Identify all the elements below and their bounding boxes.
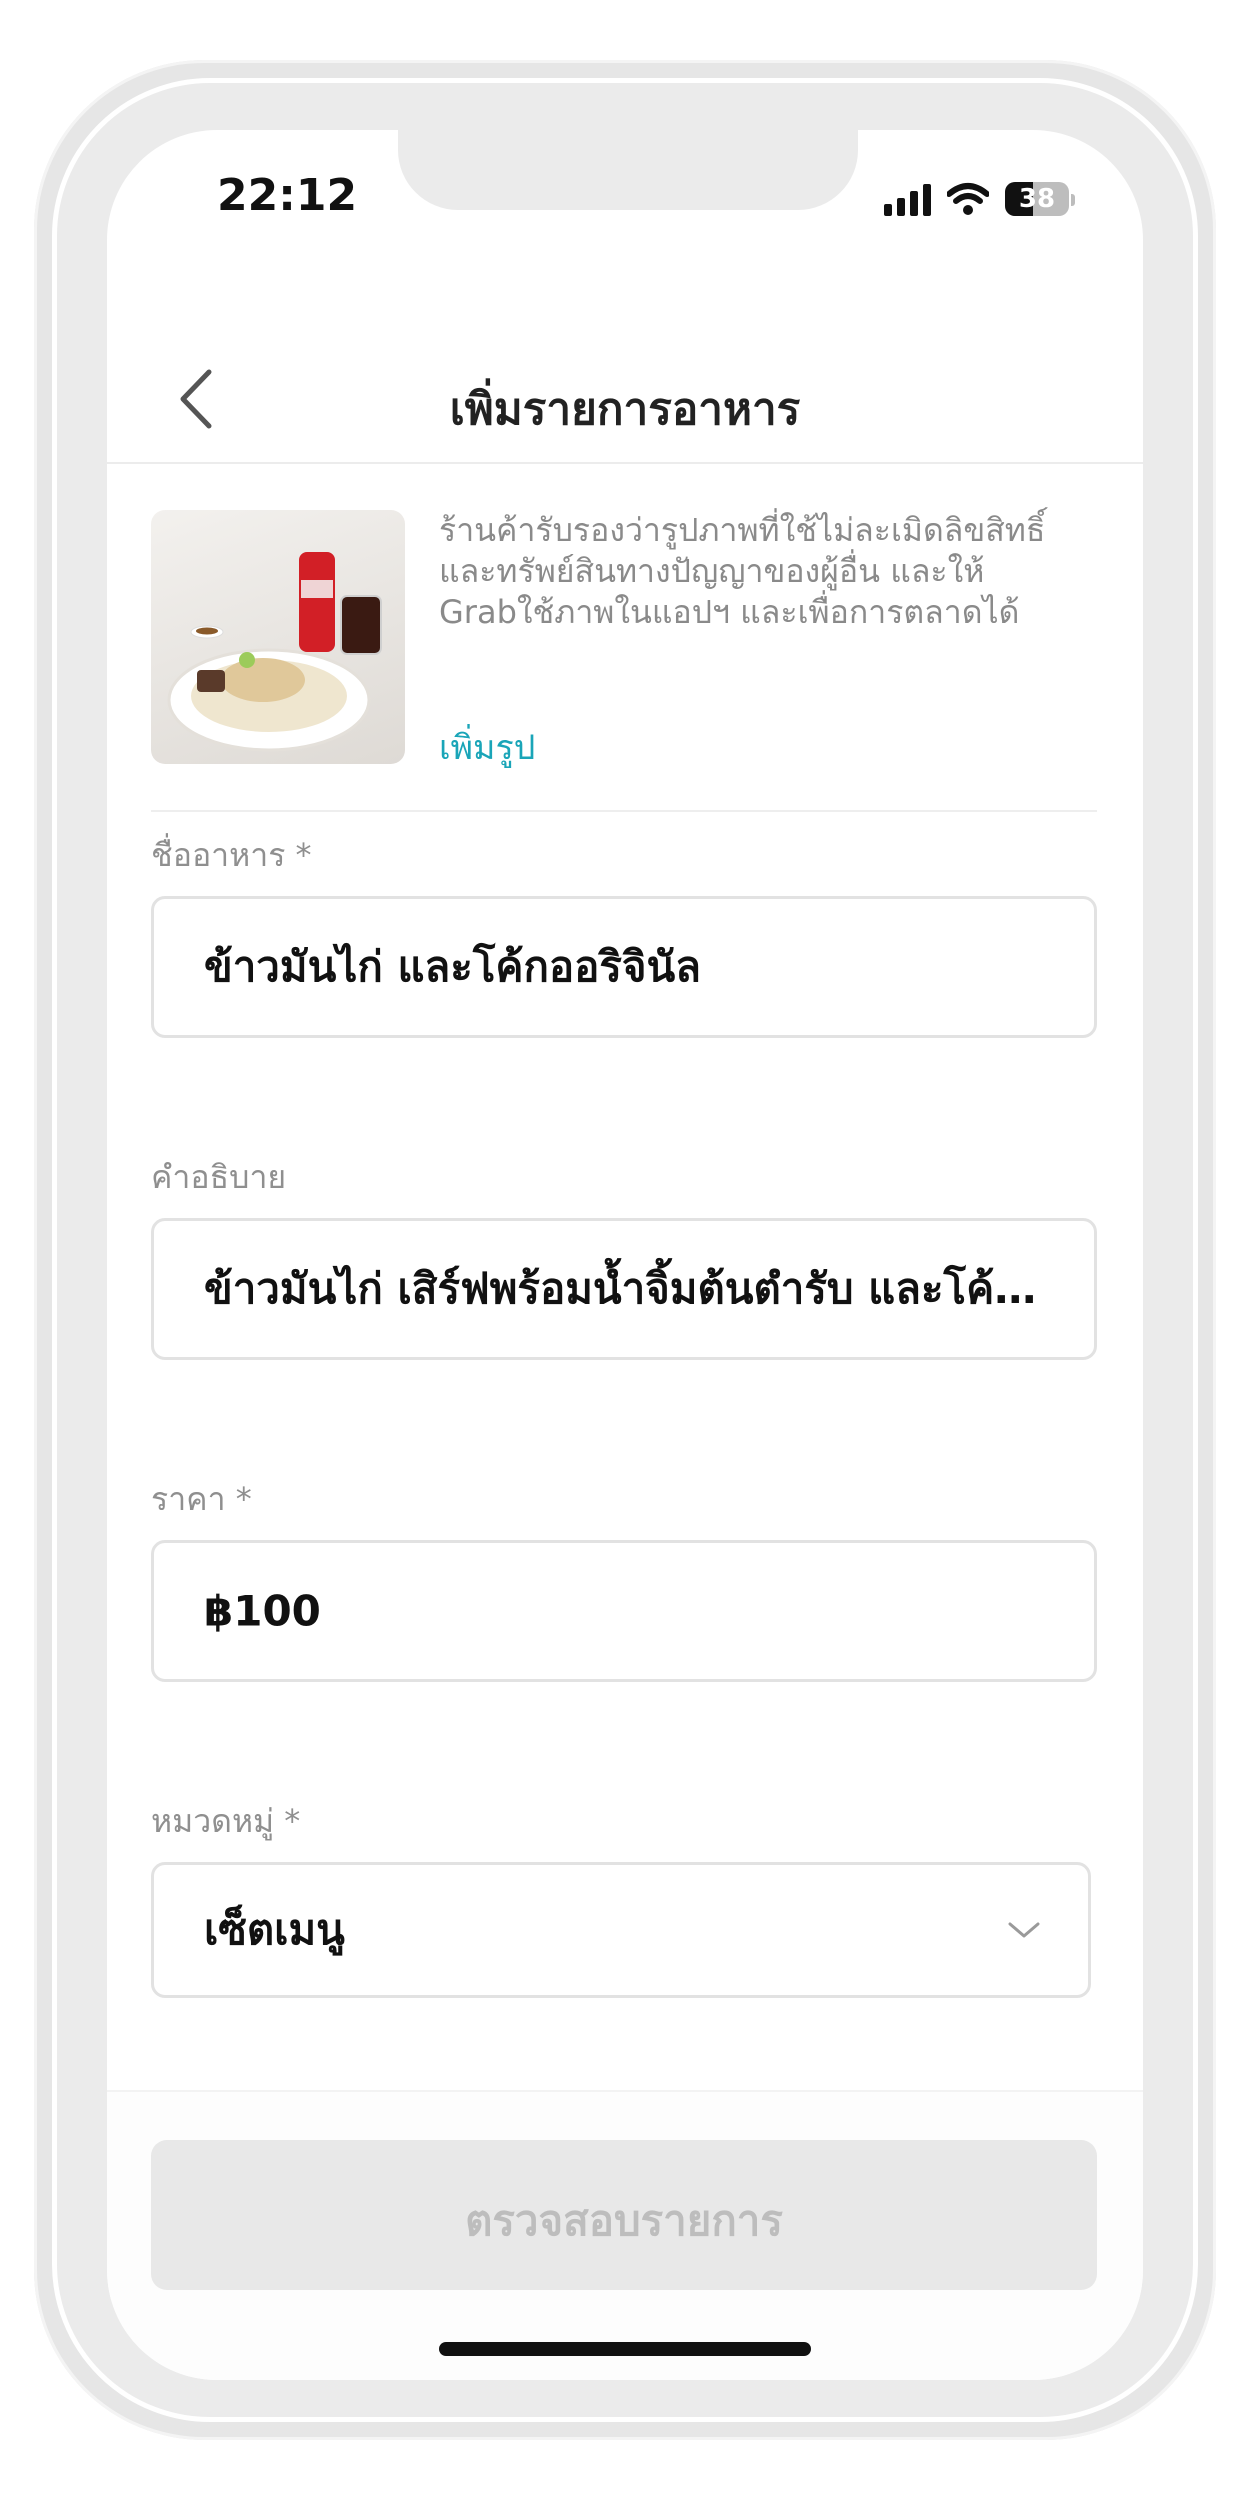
review-item-label: ตรวจสอบรายการ — [465, 2196, 783, 2245]
page-title: เพิ่มรายการอาหาร — [449, 384, 801, 435]
price-field[interactable]: ฿100 — [151, 1540, 1097, 1682]
food-name-label: ชื่ออาหาร * — [151, 836, 312, 874]
description-field[interactable]: ข้าวมันไก่ เสิร์ฟพร้อมน้ำจิ้มต้นตำรับ แล… — [151, 1218, 1097, 1360]
description-label: คำอธิบาย — [151, 1158, 287, 1196]
disclaimer-line: ร้านค้ารับรองว่ารูปภาพที่ใช้ไม่ละเมิดลิข… — [439, 511, 1046, 549]
disclaimer-line: Grabใช้ภาพในแอปฯ และเพื่อการตลาดได้ — [439, 593, 1020, 631]
price-label: ราคา * — [151, 1480, 252, 1518]
category-select[interactable]: เซ็ตเมนู — [151, 1862, 1091, 1998]
battery-icon: 38 — [1005, 182, 1069, 216]
food-name-value: ข้าวมันไก่ และโค้กออริจินัล — [204, 942, 701, 991]
photo-disclaimer: ร้านค้ารับรองว่ารูปภาพที่ใช้ไม่ละเมิดลิข… — [439, 510, 1089, 633]
add-photo-link[interactable]: เพิ่มรูป — [439, 720, 535, 774]
battery-tip — [1071, 194, 1075, 206]
wifi-icon — [947, 183, 989, 215]
price-value: ฿100 — [204, 1586, 321, 1636]
category-label: หมวดหมู่ * — [151, 1802, 301, 1840]
status-icons: 38 — [884, 176, 1075, 216]
notch — [398, 130, 858, 210]
description-value: ข้าวมันไก่ เสิร์ฟพร้อมน้ำจิ้มต้นตำรับ แล… — [204, 1264, 1054, 1313]
food-name-field[interactable]: ข้าวมันไก่ และโค้กออริจินัล — [151, 896, 1097, 1038]
review-item-button[interactable]: ตรวจสอบรายการ — [151, 2140, 1097, 2290]
chevron-down-icon — [1008, 1922, 1040, 1938]
status-time: 22:12 — [217, 170, 358, 221]
food-photo[interactable] — [151, 510, 405, 764]
photo-section: ร้านค้ารับรองว่ารูปภาพที่ใช้ไม่ละเมิดลิข… — [151, 510, 1097, 812]
battery-level: 38 — [1018, 184, 1056, 214]
category-value: เซ็ตเมนู — [204, 1905, 345, 1954]
signal-icon — [884, 184, 931, 216]
app-header: เพิ่มรายการอาหาร — [107, 330, 1143, 464]
disclaimer-line: และทรัพย์สินทางปัญญาของผู้อื่น และให้ — [439, 552, 985, 590]
home-indicator[interactable] — [439, 2342, 811, 2356]
food-photo-illustration — [167, 552, 382, 752]
phone-screen: 22:12 38 เพิ่มรายการอาหาร ร้านค้ารับรองว… — [107, 130, 1143, 2380]
